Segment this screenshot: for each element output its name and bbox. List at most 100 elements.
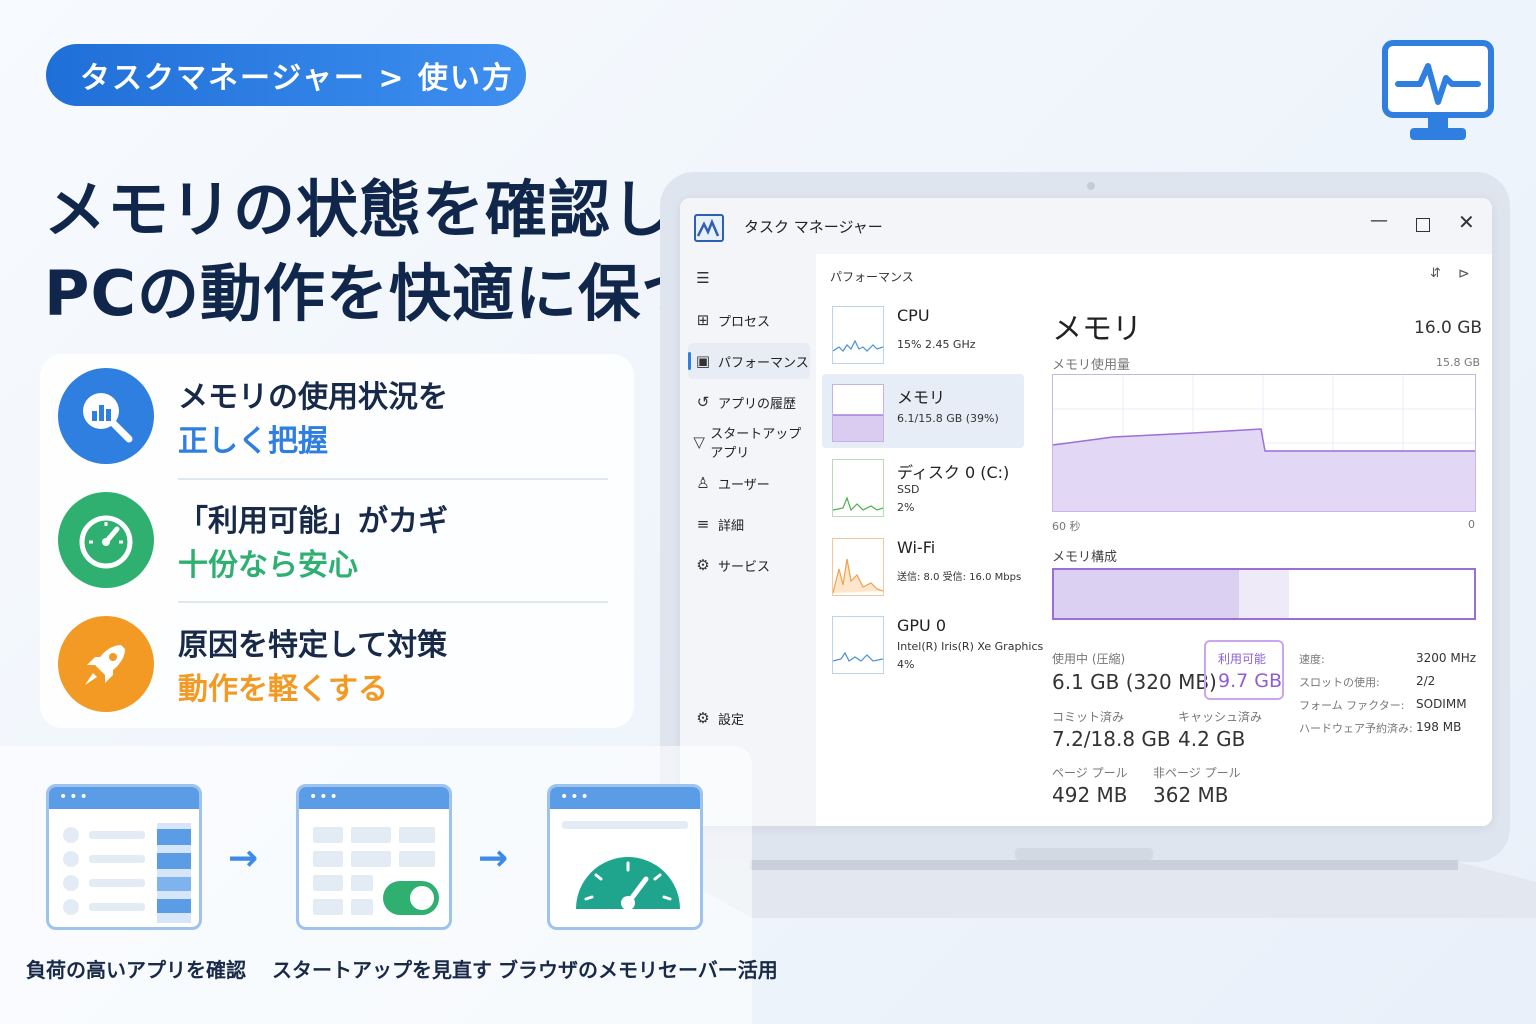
window-dots: ••• xyxy=(59,789,90,805)
close-button[interactable]: ✕ xyxy=(1458,210,1475,234)
in-use-value: 6.1 GB (320 MB) xyxy=(1052,670,1217,694)
sidebar-item-label: スタートアップ アプリ xyxy=(710,427,802,461)
headline-line2: PCの動作を快適に保つ xyxy=(44,257,704,330)
list-icon: ≡ xyxy=(696,515,710,533)
history-icon: ↺ xyxy=(696,393,710,411)
cached-label: キャッシュ済み xyxy=(1178,710,1263,724)
grid-icon: ⊞ xyxy=(696,311,710,329)
step-memory-saver-illustration: ••• xyxy=(547,784,703,930)
sidebar-item-label: アプリの履歴 xyxy=(718,396,797,412)
breadcrumb-pill[interactable]: タスクマネージャー > 使い方 xyxy=(46,44,526,106)
sidebar-item-users[interactable]: ♙ ユーザー xyxy=(688,465,810,501)
minimize-button[interactable]: — xyxy=(1370,210,1388,231)
graph-axis-left: 60 秒 xyxy=(1052,520,1081,533)
memory-composition-label: メモリ構成 xyxy=(1052,550,1118,565)
window-title: タスク マネージャー xyxy=(744,218,883,236)
perf-item-disk[interactable]: ディスク 0 (C:) SSD 2% xyxy=(824,459,1024,527)
window-bar: ••• xyxy=(550,787,700,809)
perf-item-detail: 15% 2.45 GHz xyxy=(897,338,976,351)
paged-pool-label: ページ プール xyxy=(1052,766,1128,780)
sidebar-item-settings[interactable]: ⚙ 設定 xyxy=(688,700,810,736)
memory-thumbnail-graph xyxy=(832,384,884,442)
memory-title: メモリ xyxy=(1052,312,1142,347)
sidebar-item-services[interactable]: ⚙ サービス xyxy=(688,547,810,583)
perf-item-cpu[interactable]: CPU 15% 2.45 GHz xyxy=(824,306,1024,374)
sidebar-item-label: パフォーマンス xyxy=(718,355,809,371)
feature-line2: 動作を軽くする xyxy=(178,672,388,707)
composition-in-use xyxy=(1054,570,1239,618)
perf-item-wifi[interactable]: Wi-Fi 送信: 8.0 受信: 16.0 Mbps xyxy=(824,538,1024,606)
perf-item-memory[interactable]: メモリ 6.1/15.8 GB (39%) xyxy=(824,384,1024,452)
monitor-pulse-icon xyxy=(1382,40,1494,144)
gauge-icon xyxy=(562,821,688,910)
section-title: パフォーマンス xyxy=(830,270,914,284)
disk-thumbnail-graph xyxy=(832,459,884,517)
spec-key: ハードウェア予約済み: xyxy=(1299,722,1413,735)
perf-item-detail: 送信: 8.0 受信: 16.0 Mbps xyxy=(897,572,1022,583)
sidebar-item-app-history[interactable]: ↺ アプリの履歴 xyxy=(688,384,810,420)
headline: メモリの状態を確認し PCの動作を快適に保つ xyxy=(44,168,704,336)
sidebar-item-label: 設定 xyxy=(718,712,745,728)
perf-item-percent: 2% xyxy=(897,501,915,514)
window-dots: ••• xyxy=(309,789,340,805)
sidebar: ☰ ⊞ プロセス ▣ パフォーマンス ↺ アプリの履歴 ▽ スタートアップ アプリ ♙ ユ… xyxy=(680,254,816,826)
graph-axis-right: 0 xyxy=(1468,518,1475,531)
perf-item-name: Wi-Fi xyxy=(897,538,936,557)
sidebar-item-details[interactable]: ≡ 詳細 xyxy=(688,506,810,542)
feature-line1: 原因を特定して対策 xyxy=(178,628,448,663)
sidebar-item-processes[interactable]: ⊞ プロセス xyxy=(688,302,810,338)
feature-line1: 「利用可能」がカギ xyxy=(178,504,448,539)
spec-key: スロットの使用: xyxy=(1299,676,1380,689)
committed-label: コミット済み xyxy=(1052,710,1125,724)
feature-line1: メモリの使用状況を xyxy=(178,380,448,415)
available-highlight: 利用可能 9.7 GB xyxy=(1204,640,1284,700)
nonpaged-pool-value: 362 MB xyxy=(1153,783,1229,807)
startup-icon: ▽ xyxy=(693,433,705,451)
paged-pool-value: 492 MB xyxy=(1052,783,1128,807)
step-label-2: スタートアップを見直す xyxy=(272,958,492,982)
camera-dot xyxy=(1087,182,1095,190)
cpu-thumbnail-graph xyxy=(832,306,884,364)
wifi-thumbnail-graph xyxy=(832,538,884,596)
feature-card: メモリの使用状況を 正しく把握 「利用可能」がカギ 十份なら安心 原因を特定して… xyxy=(40,354,634,728)
memory-composition-bar xyxy=(1052,568,1476,620)
menu-icon: ☰ xyxy=(696,269,710,287)
composition-modified xyxy=(1239,570,1289,618)
memory-usage-graph xyxy=(1052,374,1476,512)
window-bar: ••• xyxy=(299,787,449,809)
sidebar-item-label: プロセス xyxy=(718,314,771,330)
sidebar-item-label: サービス xyxy=(718,559,771,575)
hamburger-menu-button[interactable]: ☰ xyxy=(688,260,810,296)
startup-toggle-icon xyxy=(313,827,439,915)
arrow-icon: → xyxy=(478,838,509,879)
services-icon: ⚙ xyxy=(696,556,710,574)
memory-usage-max: 15.8 GB xyxy=(1436,356,1481,369)
perf-item-gpu[interactable]: GPU 0 Intel(R) Iris(R) Xe Graphics 4% xyxy=(824,616,1043,684)
perf-item-name: メモリ xyxy=(897,388,946,407)
options-icon[interactable]: ⇵ xyxy=(1430,266,1441,281)
title-bar: タスク マネージャー — ✕ xyxy=(680,198,1492,254)
maximize-button[interactable] xyxy=(1416,218,1430,232)
speedometer-icon xyxy=(58,492,154,588)
run-task-icon[interactable]: ⊳ xyxy=(1458,266,1470,282)
perf-item-name: ディスク 0 (C:) xyxy=(897,463,1010,482)
users-icon: ♙ xyxy=(696,474,710,492)
perf-item-detail: Intel(R) Iris(R) Xe Graphics xyxy=(897,640,1044,653)
perf-item-name: CPU xyxy=(897,306,930,325)
available-label: 利用可能 xyxy=(1218,652,1267,666)
feature-line2: 十份なら安心 xyxy=(178,548,358,583)
headline-line1: メモリの状態を確認し xyxy=(44,173,675,246)
spec-value: 3200 MHz xyxy=(1416,651,1477,665)
task-manager-window: タスク マネージャー — ✕ ☰ ⊞ プロセス ▣ パフォーマンス ↺ アプリの履歴 … xyxy=(680,198,1492,826)
feature-item: メモリの使用状況を 正しく把握 xyxy=(40,354,634,474)
sidebar-item-startup[interactable]: ▽ スタートアップ アプリ xyxy=(688,424,810,461)
spec-value: 198 MB xyxy=(1416,720,1462,734)
window-bar: ••• xyxy=(49,787,199,809)
sidebar-item-label: ユーザー xyxy=(718,477,770,493)
memory-total: 16.0 GB xyxy=(1414,318,1483,338)
perf-item-percent: 4% xyxy=(897,658,915,671)
available-value: 9.7 GB xyxy=(1218,670,1283,692)
memory-usage-label: メモリ使用量 xyxy=(1052,358,1131,373)
sidebar-item-performance[interactable]: ▣ パフォーマンス xyxy=(688,343,810,379)
step-app-list-illustration: ••• xyxy=(46,784,202,930)
